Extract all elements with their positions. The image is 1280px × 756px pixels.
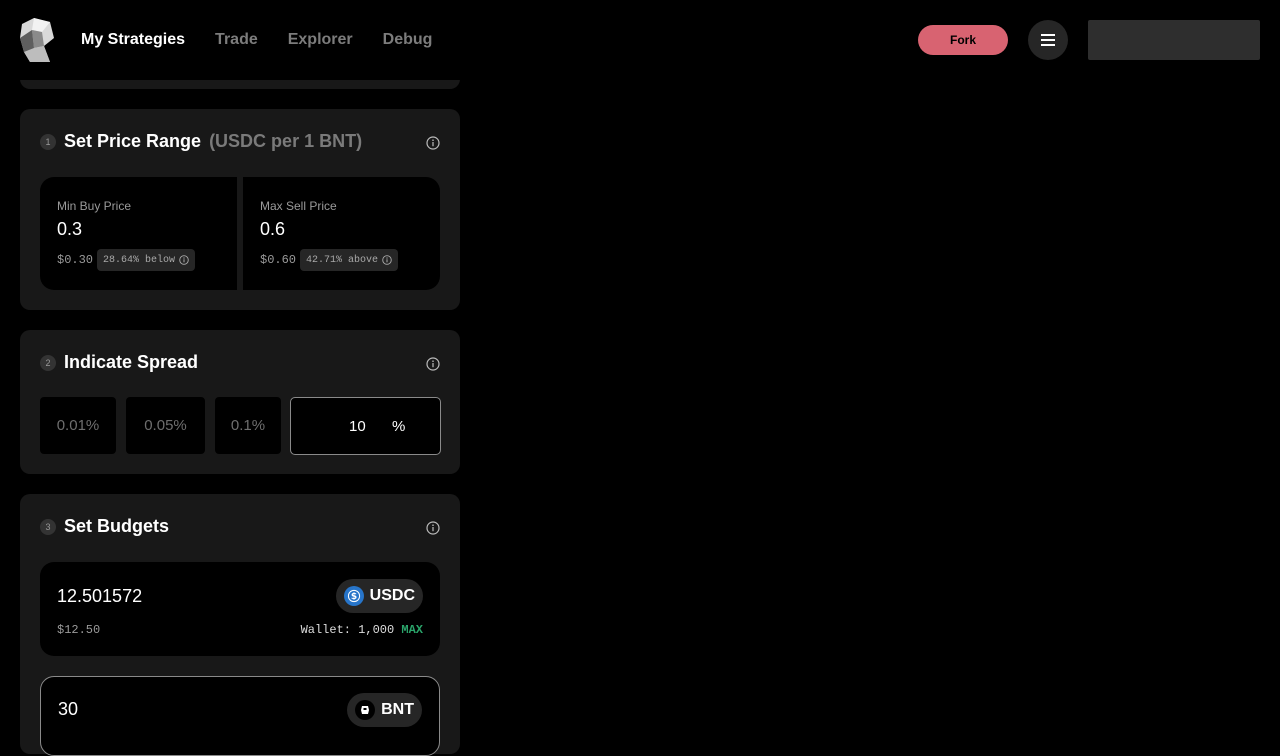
- info-icon[interactable]: [426, 521, 440, 535]
- max-sell-price-meta: $0.60 42.71% above: [260, 249, 440, 271]
- spread-card: 2 Indicate Spread 0.01% 0.05% 0.1% 10 %: [20, 330, 460, 474]
- price-range-title: 1 Set Price Range (USDC per 1 BNT): [40, 131, 362, 152]
- nav-trade[interactable]: Trade: [215, 31, 258, 49]
- section-title: Indicate Spread: [64, 352, 199, 372]
- carbon-logo-icon[interactable]: [20, 18, 54, 62]
- info-icon[interactable]: [382, 255, 392, 265]
- nav-my-strategies[interactable]: My Strategies: [81, 31, 185, 49]
- bnt-budget-input[interactable]: 30: [58, 699, 78, 720]
- usdc-token-icon: $: [343, 586, 364, 606]
- min-buy-price-box[interactable]: Min Buy Price 0.3 $0.30 28.64% below: [40, 177, 237, 290]
- wallet-connect-area[interactable]: [1088, 20, 1260, 60]
- min-market-diff-badge: 28.64% below: [97, 249, 196, 271]
- main-nav: My Strategies Trade Explorer Debug: [81, 0, 432, 80]
- spread-title: 2 Indicate Spread: [40, 352, 198, 373]
- wallet-balance-text: Wallet: 1,000: [300, 623, 395, 637]
- top-navbar: My Strategies Trade Explorer Debug Fork: [0, 0, 1280, 80]
- max-sell-price-label: Max Sell Price: [260, 199, 337, 213]
- usdc-budget-box[interactable]: 12.501572 $ USDC $12.50 Wallet: 1,000 MA…: [40, 562, 440, 656]
- custom-spread-value[interactable]: 10: [349, 418, 366, 435]
- max-sell-price-box[interactable]: Max Sell Price 0.6 $0.60 42.71% above: [243, 177, 440, 290]
- step-number: 1: [40, 133, 56, 150]
- max-sell-price-value[interactable]: 0.6: [260, 219, 440, 240]
- min-market-diff-text: 28.64% below: [103, 254, 176, 266]
- max-market-diff-text: 42.71% above: [306, 254, 379, 266]
- info-icon[interactable]: [426, 136, 440, 150]
- bnt-token-symbol: BNT: [381, 701, 414, 718]
- hamburger-icon: [1041, 34, 1055, 46]
- usdc-token-pill: $ USDC: [335, 579, 423, 613]
- custom-spread-unit: %: [392, 417, 406, 435]
- nav-debug[interactable]: Debug: [383, 31, 433, 49]
- section-title: Set Price Range: [64, 131, 202, 151]
- menu-button[interactable]: [1028, 20, 1068, 60]
- step-number: 2: [40, 354, 56, 371]
- budgets-card: 3 Set Budgets 12.501572 $ USDC $12.50 Wa…: [20, 494, 460, 756]
- svg-text:$: $: [351, 592, 357, 602]
- min-buy-price-meta: $0.30 28.64% below: [57, 249, 237, 271]
- budgets-title: 3 Set Budgets: [40, 516, 169, 537]
- min-buy-price-value[interactable]: 0.3: [57, 219, 237, 240]
- max-market-diff-badge: 42.71% above: [300, 249, 399, 271]
- usdc-budget-input[interactable]: 12.501572: [57, 586, 142, 607]
- bnt-token-icon: [355, 700, 376, 720]
- info-icon[interactable]: [179, 255, 189, 265]
- info-icon[interactable]: [426, 357, 440, 371]
- spread-option-0.01[interactable]: 0.01%: [40, 397, 116, 454]
- custom-spread-input[interactable]: 10 %: [290, 397, 441, 455]
- min-usd-value: $0.30: [57, 253, 94, 267]
- bnt-token-pill: BNT: [347, 693, 422, 727]
- step-number: 3: [40, 518, 56, 535]
- spread-option-0.05[interactable]: 0.05%: [126, 397, 205, 454]
- usdc-wallet-balance: Wallet: 1,000 MAX: [301, 623, 423, 637]
- price-range-card: 1 Set Price Range (USDC per 1 BNT) Min B…: [20, 109, 460, 310]
- usdc-budget-usd: $12.50: [57, 623, 101, 637]
- nav-explorer[interactable]: Explorer: [288, 31, 353, 49]
- max-usd-value: $0.60: [260, 253, 297, 267]
- fork-button[interactable]: Fork: [918, 25, 1008, 55]
- usdc-token-symbol: USDC: [369, 587, 415, 604]
- section-subtitle: (USDC per 1 BNT): [209, 131, 363, 151]
- max-button[interactable]: MAX: [401, 623, 423, 637]
- spread-option-0.1[interactable]: 0.1%: [215, 397, 281, 454]
- bnt-budget-box[interactable]: 30 BNT: [40, 676, 440, 756]
- min-buy-price-label: Min Buy Price: [57, 199, 132, 213]
- section-title: Set Budgets: [64, 516, 170, 536]
